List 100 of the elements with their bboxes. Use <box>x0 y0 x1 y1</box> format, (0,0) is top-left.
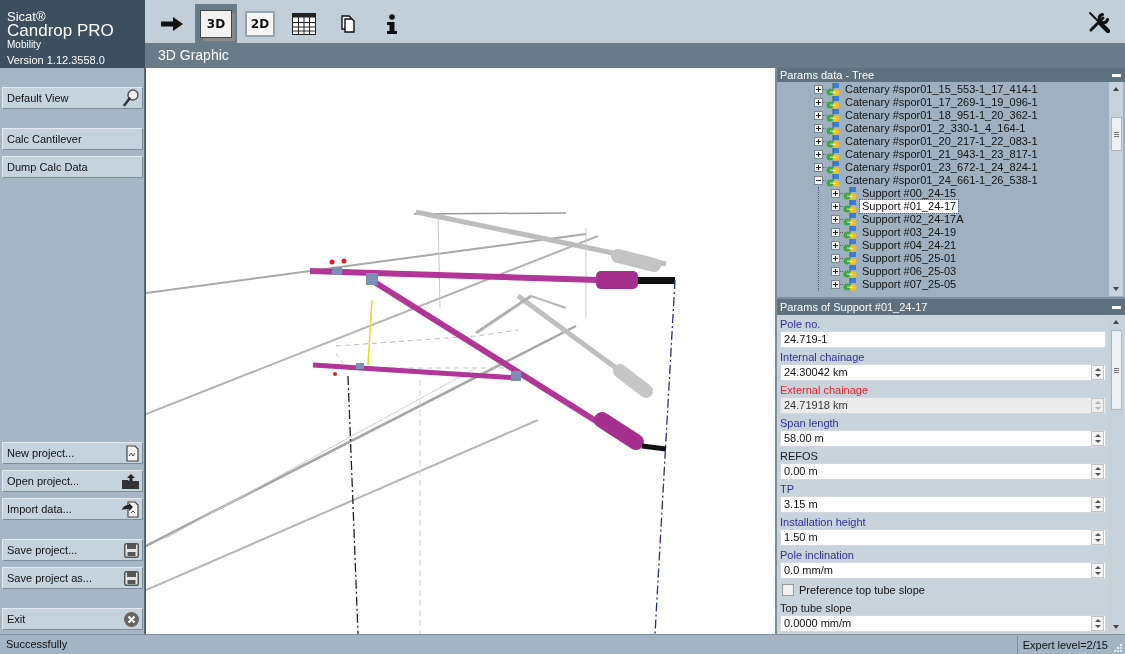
expand-icon[interactable] <box>831 254 840 263</box>
tree-item[interactable]: Support #02_24-17A <box>860 213 966 226</box>
tree-item[interactable]: Catenary #spor01_2_330-1_4_164-1 <box>843 122 1028 135</box>
spin-down-icon[interactable] <box>1094 572 1101 576</box>
input-field[interactable]: 3.15 m <box>780 496 1106 513</box>
expand-icon[interactable] <box>831 215 840 224</box>
input-field[interactable]: 0.0000 mm/m <box>780 615 1106 632</box>
spin-down-icon[interactable] <box>1094 506 1101 510</box>
sidebar-button[interactable]: Import data... <box>2 498 143 520</box>
scroll-down-icon[interactable] <box>1113 625 1119 629</box>
input-field[interactable]: 1.50 m <box>780 529 1106 546</box>
3d-view-tab[interactable]: 3D <box>195 4 237 43</box>
sidebar-button[interactable]: New project... <box>2 442 143 464</box>
spinner-control[interactable] <box>1091 530 1104 545</box>
spinner-control[interactable] <box>1091 497 1104 512</box>
expand-icon[interactable] <box>814 137 823 146</box>
2d-view-tab[interactable]: 2D <box>239 4 281 43</box>
sidebar-button[interactable]: Exit <box>2 608 143 630</box>
expand-icon[interactable] <box>814 150 823 159</box>
input-field[interactable]: 24.719-1 <box>780 331 1106 348</box>
spin-down-icon[interactable] <box>1094 473 1101 477</box>
scroll-down-icon[interactable] <box>1113 287 1119 291</box>
sidebar-button[interactable]: Save project... <box>2 539 143 561</box>
field-label: Pole inclination <box>780 548 855 562</box>
documents-icon <box>341 14 355 33</box>
panel-title: Params of Support #01_24-17 <box>780 300 928 315</box>
expand-icon[interactable] <box>814 124 823 133</box>
wrench-screwdriver-icon <box>1088 10 1110 33</box>
network-node-icon <box>843 226 857 239</box>
resize-grip-icon[interactable] <box>1113 643 1122 652</box>
expand-icon[interactable] <box>831 202 840 211</box>
network-node-icon <box>843 278 857 291</box>
network-node-icon <box>826 161 840 174</box>
input-field[interactable]: 24.30042 km <box>780 364 1106 381</box>
expand-icon[interactable] <box>831 228 840 237</box>
tree-item[interactable]: Catenary #spor01_20_217-1_22_083-1 <box>843 135 1040 148</box>
spin-up-icon[interactable] <box>1094 433 1101 437</box>
spin-down-icon[interactable] <box>1094 539 1101 543</box>
expand-icon[interactable] <box>814 85 823 94</box>
expand-icon[interactable] <box>831 267 840 276</box>
tree-item[interactable]: Support #00_24-15 <box>860 187 959 200</box>
field-label: Top tube slope <box>780 601 853 615</box>
checkbox[interactable] <box>782 584 794 596</box>
spin-up-icon[interactable] <box>1094 499 1101 503</box>
spinner-control[interactable] <box>1091 563 1104 578</box>
tree-item[interactable]: Catenary #spor01_18_951-1_20_362-1 <box>843 109 1040 122</box>
spinner-control[interactable] <box>1091 616 1104 631</box>
scroll-up-icon[interactable] <box>1113 87 1119 91</box>
version-text: Version 1.12.3558.0 <box>7 54 106 66</box>
spinner-control[interactable] <box>1091 365 1104 380</box>
spin-up-icon[interactable] <box>1094 367 1101 371</box>
tree-item[interactable]: Catenary #spor01_24_661-1_26_538-1 <box>843 174 1040 187</box>
tree-item[interactable]: Support #05_25-01 <box>860 252 959 265</box>
spinner-control[interactable] <box>1091 431 1104 446</box>
spin-down-icon[interactable] <box>1094 440 1101 444</box>
scroll-up-icon[interactable] <box>1113 320 1119 324</box>
spin-up-icon[interactable] <box>1094 532 1101 536</box>
expand-icon[interactable] <box>831 189 840 198</box>
spin-down-icon[interactable] <box>1094 625 1101 629</box>
input-field[interactable]: 0.00 m <box>780 463 1106 480</box>
spin-up-icon[interactable] <box>1094 466 1101 470</box>
spinner-control[interactable] <box>1091 464 1104 479</box>
scroll-thumb[interactable] <box>1110 330 1122 410</box>
expert-level-text: Expert level=2/15 <box>1016 635 1113 654</box>
expand-icon[interactable] <box>814 111 823 120</box>
sidebar-button[interactable]: Open project... <box>2 470 143 492</box>
info-icon <box>386 13 398 34</box>
network-node-icon <box>826 174 840 187</box>
network-node-icon <box>843 265 857 278</box>
sidebar-button[interactable]: Save project as... <box>2 567 143 589</box>
expand-icon[interactable] <box>814 163 823 172</box>
minimize-icon[interactable] <box>1112 305 1121 309</box>
spin-down-icon[interactable] <box>1094 374 1101 378</box>
sidebar-button[interactable]: Dump Calc Data <box>2 156 143 178</box>
spin-up-icon[interactable] <box>1094 618 1101 622</box>
sidebar-button[interactable]: Calc Cantilever <box>2 128 143 150</box>
collapse-icon[interactable] <box>814 176 823 185</box>
tree-item[interactable]: Support #03_24-19 <box>860 226 959 239</box>
tree-item[interactable]: Support #04_24-21 <box>860 239 959 252</box>
expand-icon[interactable] <box>831 280 840 289</box>
right-arrow-icon <box>161 16 183 31</box>
tree-item[interactable]: Catenary #spor01_21_943-1_23_817-1 <box>843 148 1040 161</box>
table-icon <box>292 12 316 35</box>
input-field[interactable]: 0.0 mm/m <box>780 562 1106 579</box>
tree-item[interactable]: Support #07_25-05 <box>860 278 959 291</box>
spin-up-icon[interactable] <box>1094 565 1101 569</box>
sidebar-button[interactable]: Default View <box>2 87 143 109</box>
expand-icon[interactable] <box>814 98 823 107</box>
minimize-icon[interactable] <box>1112 73 1121 77</box>
brand-name: Sicat® <box>7 10 47 23</box>
tree-item[interactable]: Catenary #spor01_15_553-1_17_414-1 <box>843 83 1040 96</box>
import-document-icon <box>122 500 139 518</box>
tree-item[interactable]: Catenary #spor01_23_672-1_24_824-1 <box>843 161 1040 174</box>
tree-item[interactable]: Catenary #spor01_17_269-1_19_096-1 <box>843 96 1040 109</box>
scroll-thumb[interactable] <box>1110 117 1122 151</box>
tree-item[interactable]: Support #01_24-17 <box>860 200 959 213</box>
input-field[interactable]: 58.00 m <box>780 430 1106 447</box>
tree-item[interactable]: Support #06_25-03 <box>860 265 959 278</box>
expand-icon[interactable] <box>831 241 840 250</box>
scrollbar[interactable] <box>1109 82 1123 296</box>
